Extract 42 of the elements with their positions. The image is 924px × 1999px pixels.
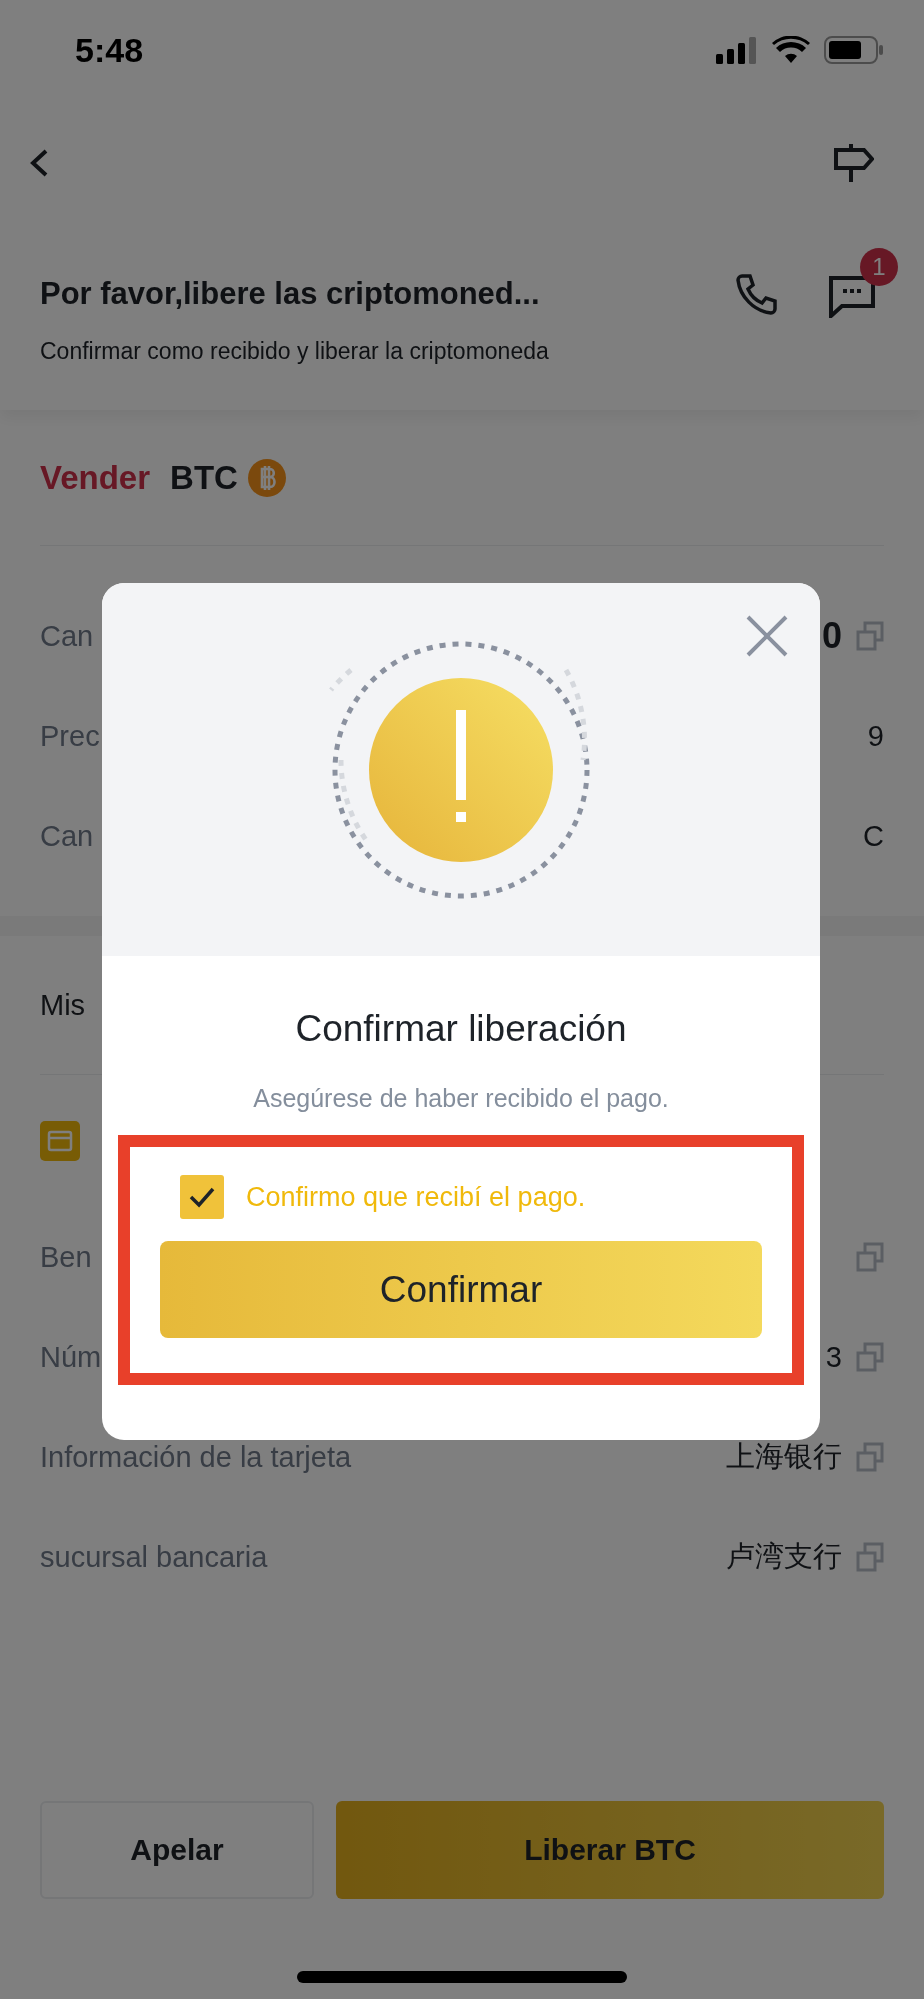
- close-button[interactable]: [744, 613, 790, 659]
- field-label: Can: [40, 619, 94, 653]
- field-value: 3: [825, 1340, 842, 1374]
- field-value: 9: [867, 719, 884, 753]
- dialog-message: Asegúrese de haber recibido el pago.: [252, 1084, 670, 1113]
- field-value: C: [863, 819, 884, 853]
- trade-side: Vender: [40, 458, 151, 497]
- confirm-button[interactable]: Confirmar: [160, 1241, 762, 1338]
- field-label: Can: [40, 819, 94, 853]
- copy-icon[interactable]: [856, 1342, 884, 1372]
- wallet-icon: [40, 1121, 80, 1161]
- copy-icon[interactable]: [856, 621, 884, 651]
- field-label: sucursal bancaria: [40, 1540, 268, 1574]
- field-value: 卢湾支行: [726, 1539, 842, 1574]
- signal-icon: [716, 36, 758, 64]
- copy-icon[interactable]: [856, 1242, 884, 1272]
- battery-icon: [824, 36, 884, 64]
- field-value: 上海银行: [726, 1439, 842, 1474]
- back-icon[interactable]: [28, 147, 50, 178]
- status-time: 5:48: [75, 30, 144, 70]
- section-label: Mis: [40, 988, 86, 1022]
- checkbox[interactable]: [180, 1175, 224, 1219]
- coin-icon: [247, 458, 286, 497]
- asset-name: BTC: [170, 458, 238, 497]
- page-subtitle: Confirmar como recibido y liberar la criptomoneda: [40, 338, 550, 365]
- release-button[interactable]: Liberar BTC: [336, 1801, 884, 1899]
- page-title: Por favor,libere las criptomoned...: [40, 276, 540, 312]
- unread-badge: 1: [860, 248, 898, 286]
- checkbox-label: Confirmo que recibí el pago.: [246, 1181, 586, 1213]
- signpost-icon[interactable]: [834, 143, 874, 182]
- dialog-title: Confirmar liberación: [294, 1008, 628, 1050]
- wifi-icon: [772, 36, 810, 64]
- field-label: Núm: [40, 1340, 102, 1374]
- field-label: Ben: [40, 1240, 92, 1274]
- check-icon: [188, 1186, 216, 1208]
- copy-icon[interactable]: [856, 1542, 884, 1572]
- phone-icon[interactable]: [736, 273, 778, 315]
- copy-icon[interactable]: [856, 1442, 884, 1472]
- field-value: 0: [821, 615, 842, 657]
- appeal-button[interactable]: Apelar: [40, 1801, 314, 1899]
- field-label: Información de la tarjeta: [40, 1440, 352, 1474]
- field-label: Prec: [40, 719, 100, 753]
